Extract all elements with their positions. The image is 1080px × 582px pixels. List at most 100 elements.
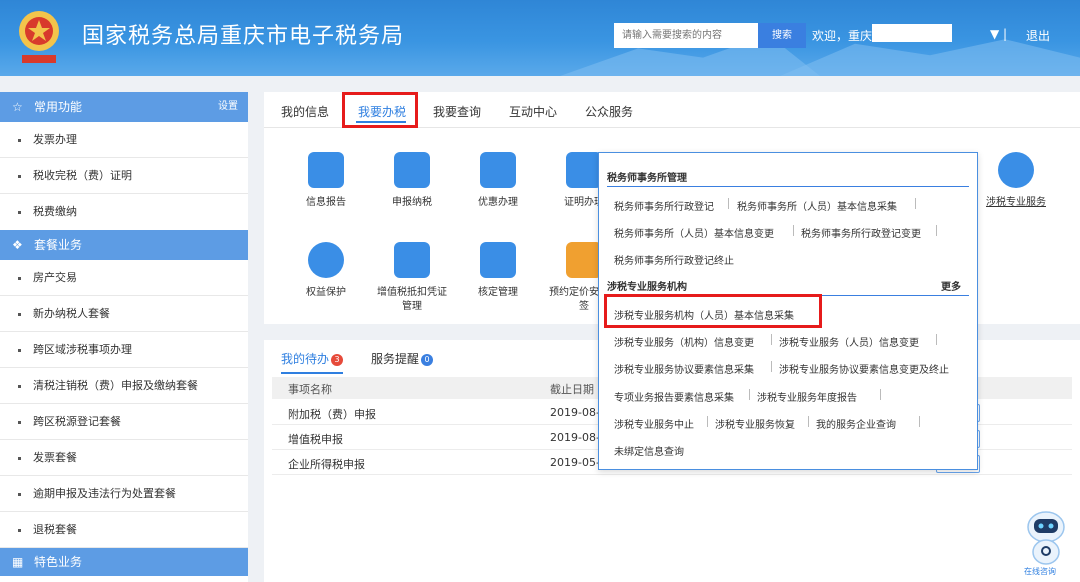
- sidebar-header-special[interactable]: ▦ 特色业务: [0, 548, 248, 576]
- tile-label: 增值税抵扣凭证管理: [377, 287, 447, 312]
- dropdown-link[interactable]: 涉税专业服务协议要素信息采集: [614, 361, 754, 376]
- sidebar-item-label: 税收完税（费）证明: [33, 169, 132, 182]
- dropdown-link[interactable]: 涉税专业服务年度报告: [757, 389, 857, 404]
- sidebar-item[interactable]: 税收完税（费）证明: [0, 158, 248, 194]
- bullet-icon: [18, 384, 21, 388]
- sidebar-item[interactable]: 房产交易: [0, 260, 248, 296]
- bullet-icon: [18, 456, 21, 460]
- dropdown-link[interactable]: 我的服务企业查询: [816, 416, 896, 431]
- sidebar-item-label: 发票办理: [33, 133, 77, 146]
- bullet-icon: [18, 138, 21, 142]
- redacted-username: [872, 24, 952, 42]
- table-row-name[interactable]: 企业所得税申报: [288, 456, 365, 472]
- clipboard-edit-icon: [480, 242, 516, 278]
- tile-assessment[interactable]: 核定管理: [462, 242, 534, 300]
- tab-my-info[interactable]: 我的信息: [281, 103, 329, 125]
- dropdown-link[interactable]: 涉税专业服务（人员）信息变更: [779, 334, 919, 349]
- sidebar-item-label: 清税注销税（费）申报及缴纳套餐: [33, 379, 198, 392]
- dropdown-link[interactable]: 涉税专业服务协议要素信息变更及终止: [779, 361, 949, 376]
- bullet-icon: [18, 210, 21, 214]
- col-header-deadline: 截止日期: [550, 383, 594, 396]
- shield-icon: [308, 242, 344, 278]
- sidebar-item[interactable]: 新办纳税人套餐: [0, 296, 248, 332]
- col-header-name: 事项名称: [288, 383, 332, 396]
- sidebar-header-label: 套餐业务: [34, 238, 83, 252]
- bullet-icon: [18, 528, 21, 532]
- tab-label: 服务提醒: [371, 352, 420, 366]
- bullet-icon: [18, 276, 21, 280]
- todo-count-badge: 3: [331, 354, 344, 366]
- online-consult-label[interactable]: 在线咨询: [1024, 566, 1056, 577]
- tab-my-todo[interactable]: 我的待办 3: [281, 350, 344, 367]
- sidebar-item[interactable]: 逾期申报及违法行为处置套餐: [0, 476, 248, 512]
- link-separator: [936, 225, 937, 236]
- tab-public-service[interactable]: 公众服务: [585, 103, 633, 125]
- tab-query[interactable]: 我要查询: [433, 103, 481, 125]
- tile-preferential[interactable]: 优惠办理: [462, 152, 534, 210]
- site-header: 国家税务总局重庆市电子税务局 搜索 欢迎，重庆 ▼ | 退出: [0, 0, 1080, 76]
- sidebar-header-label: 常用功能: [34, 100, 83, 114]
- star-icon: ☆: [12, 100, 23, 114]
- table-row-date: 2019-08-: [550, 406, 600, 419]
- dropdown-link[interactable]: 税务师事务所行政登记终止: [614, 252, 734, 267]
- logout-link[interactable]: 退出: [1026, 27, 1050, 44]
- sidebar-item[interactable]: 税费缴纳: [0, 194, 248, 230]
- sidebar-item-label: 跨区域涉税事项办理: [33, 343, 132, 356]
- user-menu-caret[interactable]: ▼ |: [990, 27, 1007, 41]
- tile-label: 优惠办理: [478, 197, 518, 208]
- search-button[interactable]: 搜索: [758, 23, 806, 48]
- bullet-icon: [18, 492, 21, 496]
- tab-service-remind[interactable]: 服务提醒 0: [371, 350, 434, 367]
- sidebar-item-label: 逾期申报及违法行为处置套餐: [33, 487, 176, 500]
- table-row-name[interactable]: 附加税（费）申报: [288, 406, 376, 422]
- sidebar-item[interactable]: 跨区税源登记套餐: [0, 404, 248, 440]
- bullet-icon: [18, 420, 21, 424]
- more-link[interactable]: 更多: [941, 278, 961, 293]
- robot-assistant-icon[interactable]: [1022, 505, 1070, 569]
- table-row-date: 2019-08-: [550, 431, 600, 444]
- sidebar-item[interactable]: 跨区域涉税事项办理: [0, 332, 248, 368]
- dropdown-link[interactable]: 涉税专业服务（机构）信息变更: [614, 334, 754, 349]
- dropdown-link[interactable]: 税务师事务所行政登记: [614, 198, 714, 213]
- site-title: 国家税务总局重庆市电子税务局: [82, 24, 405, 49]
- sidebar-item[interactable]: 清税注销税（费）申报及缴纳套餐: [0, 368, 248, 404]
- tab-interaction[interactable]: 互动中心: [509, 103, 557, 125]
- table-row-date: 2019-05-: [550, 456, 600, 469]
- welcome-text: 欢迎，重庆: [812, 29, 873, 43]
- sidebar-item-label: 税费缴纳: [33, 205, 77, 218]
- table-row-name[interactable]: 增值税申报: [288, 431, 343, 447]
- id-card-icon: [480, 152, 516, 188]
- tile-label: 信息报告: [306, 197, 346, 208]
- tile-rights-protection[interactable]: 权益保护: [290, 242, 362, 300]
- active-subtab-underline: [281, 372, 343, 374]
- sidebar-item[interactable]: 发票办理: [0, 122, 248, 158]
- bullet-icon: [18, 174, 21, 178]
- link-separator: [793, 225, 794, 236]
- dropdown-link[interactable]: 未绑定信息查询: [614, 443, 684, 458]
- dropdown-link[interactable]: 税务师事务所（人员）基本信息采集: [737, 198, 897, 213]
- sidebar: ☆ 常用功能 设置 发票办理 税收完税（费）证明 税费缴纳 ❖ 套餐业务 房产交易 …: [0, 92, 248, 582]
- layers-icon: ❖: [12, 238, 23, 252]
- dropdown-link[interactable]: 涉税专业服务中止: [614, 416, 694, 431]
- bullet-icon: [18, 312, 21, 316]
- sidebar-header-package[interactable]: ❖ 套餐业务: [0, 230, 248, 260]
- link-separator: [771, 334, 772, 345]
- tile-declare-pay[interactable]: 申报纳税: [376, 152, 448, 210]
- dropdown-link[interactable]: 专项业务报告要素信息采集: [614, 389, 734, 404]
- dropdown-section-title: 税务师事务所管理: [607, 173, 687, 184]
- dropdown-link[interactable]: 税务师事务所行政登记变更: [801, 225, 921, 240]
- dropdown-link[interactable]: 税务师事务所（人员）基本信息变更: [614, 225, 774, 240]
- tile-info-report[interactable]: 信息报告: [290, 152, 362, 210]
- sidebar-settings-link[interactable]: 设置: [218, 92, 238, 122]
- sidebar-header-common[interactable]: ☆ 常用功能 设置: [0, 92, 248, 122]
- sidebar-item[interactable]: 发票套餐: [0, 440, 248, 476]
- tab-highlight-annotation: [342, 92, 418, 128]
- document-mic-icon: [308, 152, 344, 188]
- sidebar-item[interactable]: 退税套餐: [0, 512, 248, 548]
- tile-tax-professional[interactable]: 涉税专业服务: [976, 152, 1056, 210]
- dropdown-section-title: 涉税专业服务机构: [607, 282, 687, 293]
- tab-label: 我的待办: [281, 352, 330, 366]
- tile-vat-deduction[interactable]: 增值税抵扣凭证管理: [376, 242, 448, 314]
- search-input[interactable]: [614, 23, 758, 48]
- dropdown-link[interactable]: 涉税专业服务恢复: [715, 416, 795, 431]
